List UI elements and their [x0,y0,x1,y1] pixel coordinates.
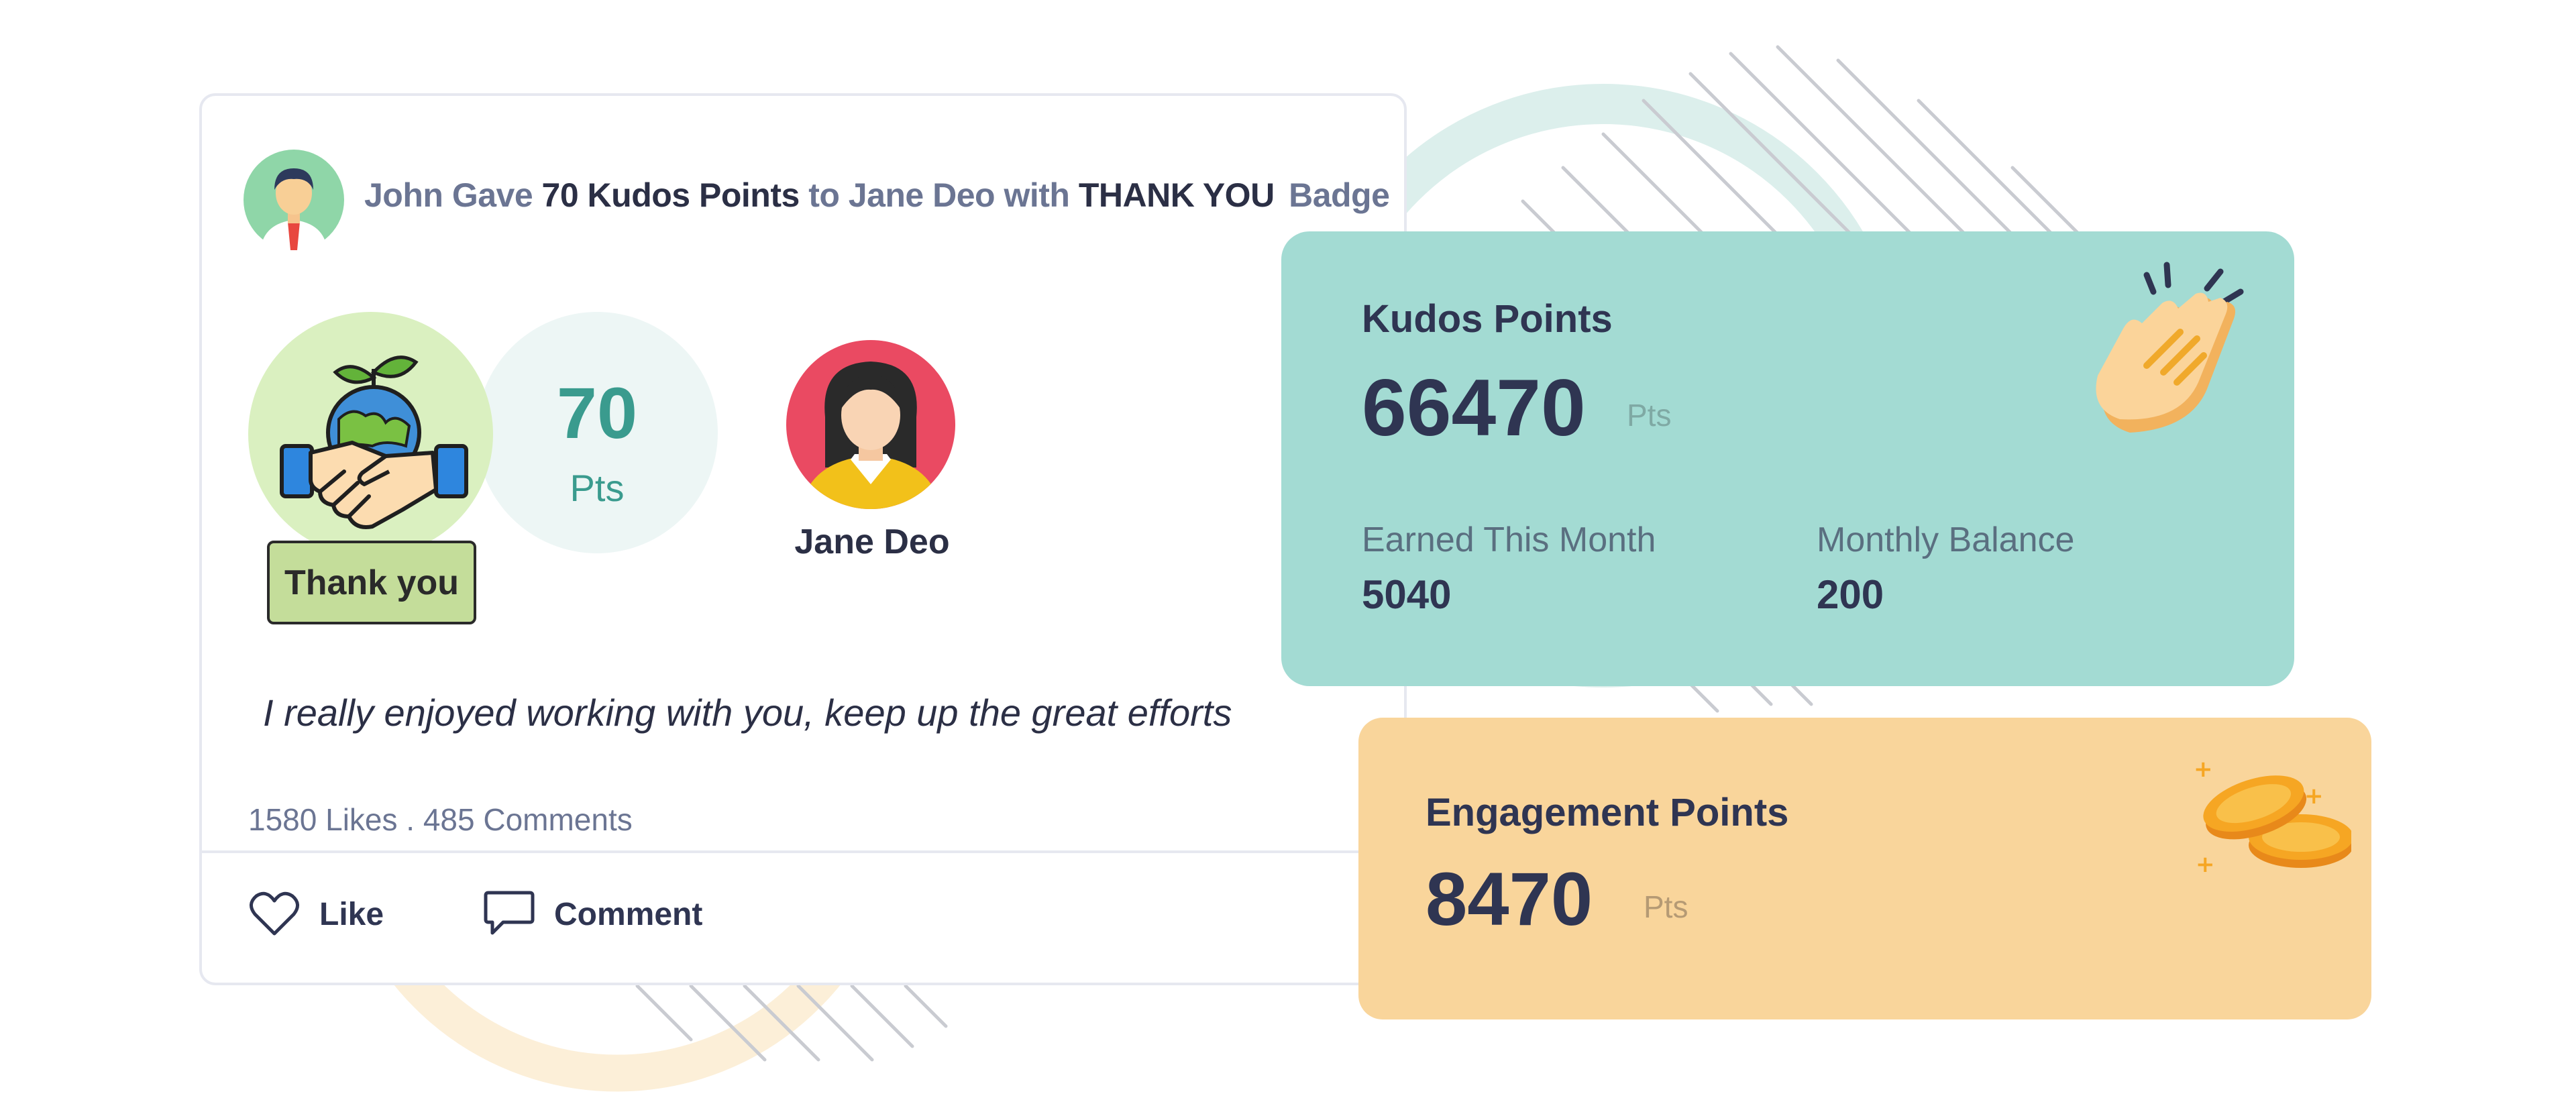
headline-points: 70 Kudos Points [541,176,800,214]
points-unit: Pts [570,467,625,509]
earned-this-month-value: 5040 [1362,572,1452,617]
monthly-balance-value: 200 [1817,572,1884,617]
engagement-title: Engagement Points [1426,791,1789,834]
kudos-value: 66470 [1362,363,1586,453]
user-avatar-icon [244,150,344,250]
svg-text:+: + [2196,851,2215,878]
engagement-unit: Pts [1644,889,1688,924]
card-divider [199,850,1407,853]
coins-icon: + + + [2194,756,2351,878]
like-button[interactable]: Like [248,887,384,941]
headline-giver: John Gave [364,176,533,214]
post-stats: 1580 Likes . 485 Comments [248,802,633,837]
heart-icon [250,891,299,936]
like-label: Like [319,896,384,932]
kudos-title: Kudos Points [1362,297,1613,341]
recipient-name: Jane Deo [794,522,950,561]
comment-button[interactable]: Comment [483,887,702,941]
post-message: I really enjoyed working with you, keep … [263,692,1232,734]
svg-text:+: + [2304,783,2324,810]
post-headline: John Gave 70 Kudos Points to Jane Deo wi… [364,176,1390,215]
headline-badge-name: THANK YOU [1078,176,1275,214]
comment-label: Comment [554,896,703,932]
badge-label: Thank you [267,541,476,624]
earned-this-month-label: Earned This Month [1362,520,1656,559]
comment-bubble-icon [484,891,535,935]
clapping-hands-icon [2096,262,2244,433]
headline-badge-word: Badge [1289,176,1390,214]
monthly-balance-label: Monthly Balance [1817,520,2075,559]
handshake-globe-icon [280,355,468,529]
points-value: 70 [556,372,638,453]
svg-text:+: + [2194,756,2213,783]
kudos-unit: Pts [1627,398,1672,433]
headline-to: to Jane Deo with [808,176,1070,214]
engagement-value: 8470 [1426,857,1593,941]
female-avatar-icon [786,340,955,509]
